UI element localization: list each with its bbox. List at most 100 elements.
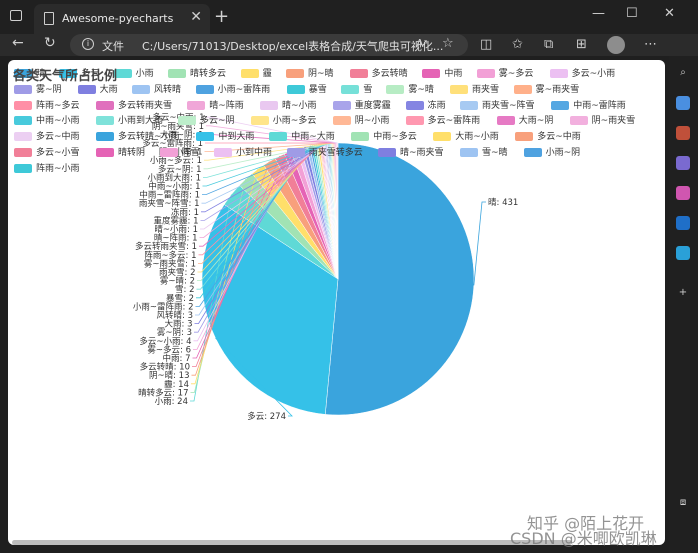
legend-item[interactable]: 阴~雨夹雪: [569, 113, 636, 127]
legend-item[interactable]: 多云~小雪: [14, 145, 80, 158]
close-tab-icon[interactable]: ✕: [190, 9, 202, 25]
legend-item[interactable]: 阵雨~小雨: [14, 161, 80, 174]
send-icon[interactable]: [676, 246, 690, 260]
close-window-button[interactable]: ✕: [664, 6, 675, 21]
legend-item[interactable]: 雪: [341, 82, 373, 95]
extensions-icon[interactable]: ⊞: [576, 37, 587, 52]
sidebar-settings-icon[interactable]: ⧈: [676, 496, 690, 510]
refresh-icon[interactable]: ↻: [44, 35, 56, 51]
legend-swatch: [196, 132, 215, 142]
legend-item[interactable]: 多云~阴: [178, 113, 235, 127]
pie-slice-0[interactable]: [324, 142, 475, 416]
legend-item[interactable]: 晴~小雨: [260, 98, 317, 111]
legend-item[interactable]: 小雨: [113, 66, 154, 79]
legend-item[interactable]: 雾~多云: [476, 66, 534, 79]
browser-tab[interactable]: Awesome-pyecharts ✕: [34, 4, 210, 34]
legend-item[interactable]: 多云~小雨: [549, 66, 615, 79]
legend-label: 多云~小雪: [36, 148, 80, 158]
legend-item[interactable]: 小雨到大雨: [96, 113, 163, 126]
legend-item[interactable]: 大雨~小雨: [433, 129, 499, 142]
split-screen-icon[interactable]: ◫: [480, 37, 492, 52]
minimize-button[interactable]: —: [592, 6, 605, 21]
legend-item[interactable]: 阴~晴: [286, 66, 334, 79]
legend-label: 晴~小雨: [282, 100, 317, 111]
legend-item[interactable]: 阵雪: [159, 145, 200, 158]
legend-swatch: [195, 84, 214, 94]
legend-item[interactable]: 小到中雨: [214, 145, 272, 158]
legend-swatch: [341, 84, 360, 94]
profile-avatar[interactable]: [607, 36, 625, 54]
legend-item[interactable]: 中雨~小雨: [14, 113, 80, 126]
people-icon[interactable]: [676, 156, 690, 170]
legend-item[interactable]: 多云~中雨: [14, 129, 80, 142]
legend-label: 风转晴: [154, 84, 182, 95]
add-icon[interactable]: +: [676, 286, 690, 300]
legend-item[interactable]: 大雨~阴: [496, 113, 553, 126]
legend-item[interactable]: 多云转晴: [349, 66, 408, 79]
legend-label: 多云~阴: [200, 116, 235, 127]
legend-item[interactable]: 多云~雷阵雨: [405, 113, 481, 127]
legend-item[interactable]: 多云转雨夹雪: [96, 98, 172, 111]
copilot-icon[interactable]: [676, 186, 690, 200]
legend-item[interactable]: 雾~晴: [386, 82, 434, 95]
legend-label: 霾: [262, 69, 272, 79]
legend-item[interactable]: 小雨~阴: [523, 145, 580, 158]
legend-label: 阴~雨夹雪: [591, 116, 636, 127]
slice-label-10: 雾~阴: 3: [157, 328, 192, 338]
legend-item[interactable]: 晴~雨夹雪: [378, 145, 444, 158]
legend-item[interactable]: 冻雨: [405, 98, 446, 111]
legend-item[interactable]: 风转晴: [132, 82, 182, 95]
legend-label: 雾~晴: [408, 84, 434, 95]
address-bar[interactable]: i 文件 C:/Users/71013/Desktop/excel表格合成/天气…: [70, 34, 468, 56]
tag-icon[interactable]: [676, 96, 690, 110]
legend-label: 雾~多云: [498, 69, 534, 79]
legend-item[interactable]: 多云转晴~小雨: [96, 129, 180, 142]
legend-swatch: [132, 84, 150, 94]
read-aloud-icon[interactable]: Aᵃ: [416, 37, 428, 50]
legend-item[interactable]: 霾: [240, 66, 272, 79]
legend-item[interactable]: 阵雨~多云: [14, 98, 80, 111]
legend-item[interactable]: 暴雪: [286, 82, 327, 95]
legend-label: 晴~阵雨: [209, 100, 244, 111]
legend-item[interactable]: 雪~晴: [460, 145, 508, 158]
favorites-icon[interactable]: ✩: [512, 37, 523, 52]
legend-item[interactable]: 中雨~多云: [351, 129, 417, 142]
page-content: 晴: 431 多云: 274 小雨: 24 晴转多云: 17 霾: 14 阴~晴: 13 多…: [8, 60, 665, 545]
legend-label: 阵雪: [181, 148, 200, 158]
legend-item[interactable]: 阴~小雨: [332, 113, 389, 126]
legend-label: 多云~雷阵雨: [427, 116, 481, 127]
legend-item[interactable]: 重度雾霾: [332, 98, 391, 111]
maximize-button[interactable]: ☐: [626, 6, 638, 21]
address-url[interactable]: C:/Users/71013/Desktop/excel表格合成/天气爬虫可视化…: [142, 38, 443, 54]
legend-item[interactable]: 中雨~大雨: [269, 129, 335, 143]
legend-item[interactable]: 中到大雨: [196, 129, 254, 142]
legend-swatch: [14, 100, 32, 110]
legend-label: 中雨: [444, 69, 463, 79]
back-arrow-icon[interactable]: ←: [12, 35, 24, 51]
scrollbar-thumb[interactable]: [12, 540, 572, 545]
toolbox-icon[interactable]: [676, 126, 690, 140]
search-icon[interactable]: ⌕: [676, 66, 690, 80]
legend-item[interactable]: 小雨~雷阵雨: [195, 82, 270, 95]
legend-label: 雨夹雪转多云: [308, 148, 363, 158]
legend-item[interactable]: 晴转阴: [96, 145, 145, 158]
favorite-star-icon[interactable]: ☆: [442, 36, 454, 51]
legend-item[interactable]: 中雨: [422, 66, 463, 79]
more-menu-icon[interactable]: ⋯: [644, 37, 657, 52]
info-icon[interactable]: i: [82, 38, 94, 50]
legend-item[interactable]: 雾~雨夹雪: [513, 82, 579, 95]
window-menu-icon[interactable]: [10, 10, 22, 21]
legend-item[interactable]: 中雨~雷阵雨: [551, 98, 626, 111]
collections-icon[interactable]: ⧉: [544, 37, 553, 52]
legend-item[interactable]: 雨夹雪转多云: [286, 145, 363, 158]
legend-item[interactable]: 晴~阵雨: [187, 98, 244, 111]
legend-item[interactable]: 晴转多云: [168, 66, 226, 79]
legend-item[interactable]: 小雨~多云: [250, 113, 316, 126]
legend-label: 雪: [363, 84, 373, 95]
outlook-icon[interactable]: [676, 216, 690, 230]
legend-item[interactable]: 雨夹雪: [450, 82, 499, 95]
legend-label: 中雨~大雨: [291, 132, 335, 143]
legend-item[interactable]: 雨夹雪~阵雪: [460, 98, 535, 111]
legend-item[interactable]: 多云~中雨: [515, 129, 581, 142]
new-tab-button[interactable]: +: [214, 6, 229, 27]
